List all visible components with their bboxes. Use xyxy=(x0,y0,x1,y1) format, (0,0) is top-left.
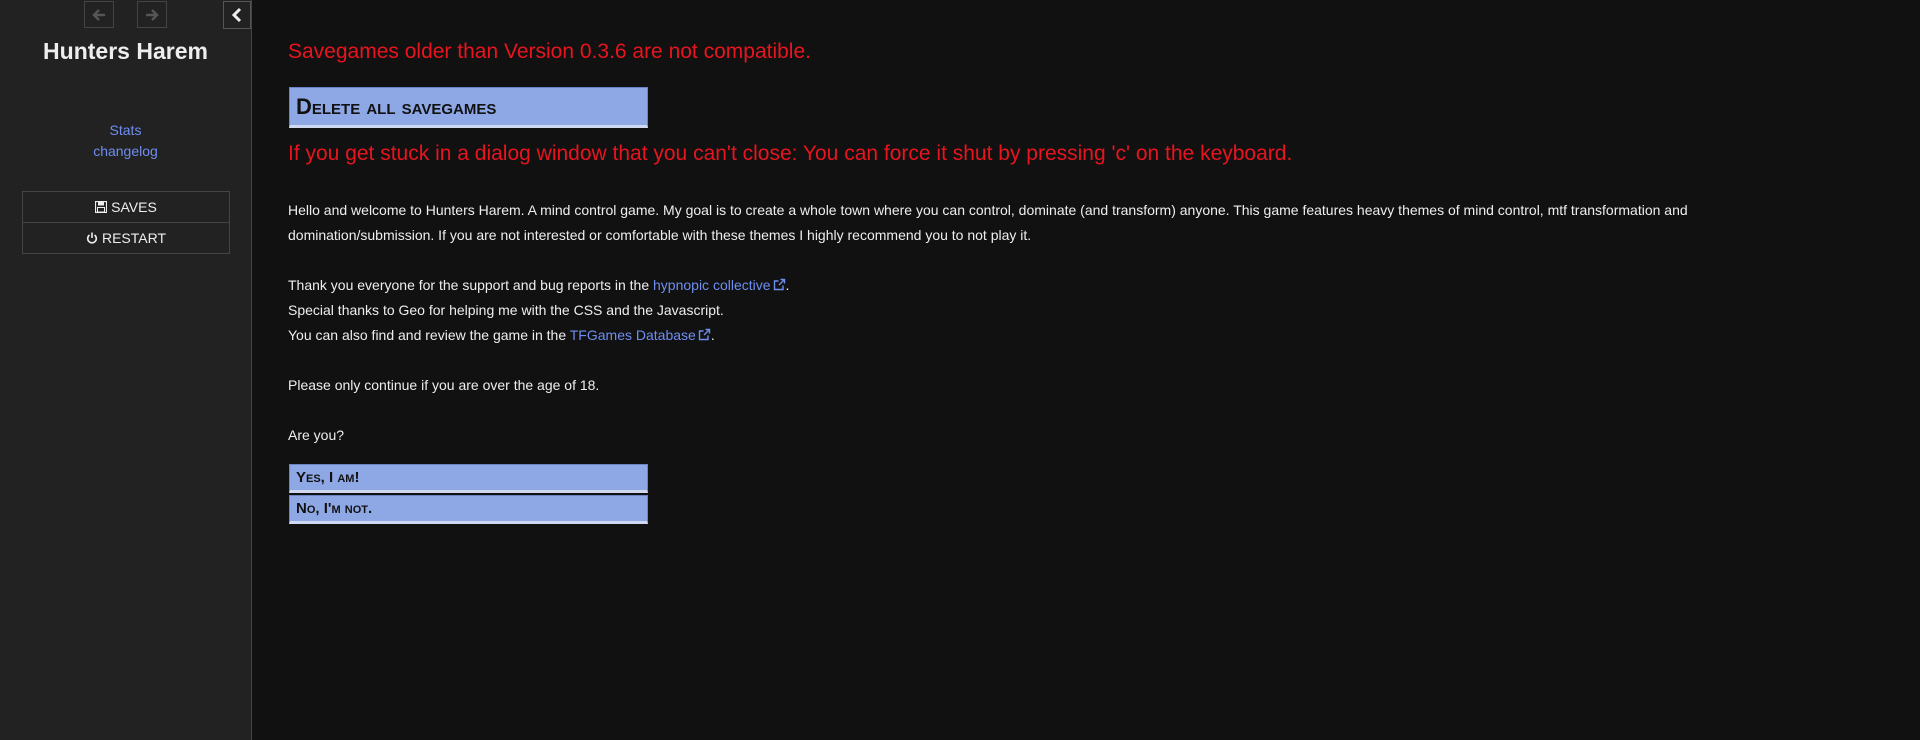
age-note: Please only continue if you are over the… xyxy=(288,377,600,393)
hypnopic-collective-link-text: hypnopic collective xyxy=(653,277,771,293)
history-back-button[interactable] xyxy=(84,1,114,28)
delete-savegames-button[interactable]: Delete all savegames xyxy=(289,87,648,128)
stats-link[interactable]: Stats xyxy=(0,122,251,138)
changelog-link[interactable]: changelog xyxy=(0,143,251,159)
no-age-button[interactable]: No, I'm not. xyxy=(289,495,648,524)
chevron-left-icon xyxy=(231,7,242,23)
history-forward-button[interactable] xyxy=(137,1,167,28)
yes-age-button[interactable]: Yes, I am! xyxy=(289,464,648,493)
sidebar-collapse-button[interactable] xyxy=(223,1,251,29)
sidebar-menu: SAVES RESTART xyxy=(22,191,230,254)
intro-text: Hello and welcome to Hunters Harem. A mi… xyxy=(288,202,1688,243)
review-line: You can also find and review the game in… xyxy=(288,323,715,348)
thanks-line: Thank you everyone for the support and b… xyxy=(288,273,789,298)
tfgames-database-link-text: TFGames Database xyxy=(569,327,696,343)
restart-button[interactable]: RESTART xyxy=(23,222,229,253)
hypnopic-collective-link[interactable]: hypnopic collective xyxy=(653,277,786,293)
arrow-right-icon xyxy=(146,8,159,21)
thanks-period: . xyxy=(785,277,790,293)
geo-thanks-text: Special thanks to Geo for helping me wit… xyxy=(288,302,724,318)
external-link-icon xyxy=(773,278,785,291)
review-period: . xyxy=(710,327,715,343)
power-icon xyxy=(86,232,98,244)
story-title: Hunters Harem xyxy=(43,38,208,64)
external-link-icon xyxy=(698,328,711,341)
arrow-left-icon xyxy=(92,8,105,21)
floppy-disk-icon xyxy=(95,201,108,213)
age-question: Are you? xyxy=(288,427,345,443)
sidebar: Hunters Harem Stats changelog SAVES REST… xyxy=(0,0,252,740)
review-text: You can also find and review the game in… xyxy=(288,327,570,343)
saves-label: SAVES xyxy=(111,199,157,215)
restart-label: RESTART xyxy=(101,230,167,246)
thanks-text: Thank you everyone for the support and b… xyxy=(288,277,654,293)
saves-button[interactable]: SAVES xyxy=(23,192,229,222)
dialog-stuck-warning: If you get stuck in a dialog window that… xyxy=(288,142,1293,165)
tfgames-database-link[interactable]: TFGames Database xyxy=(570,327,711,343)
compat-warning: Savegames older than Version 0.3.6 are n… xyxy=(288,40,811,63)
